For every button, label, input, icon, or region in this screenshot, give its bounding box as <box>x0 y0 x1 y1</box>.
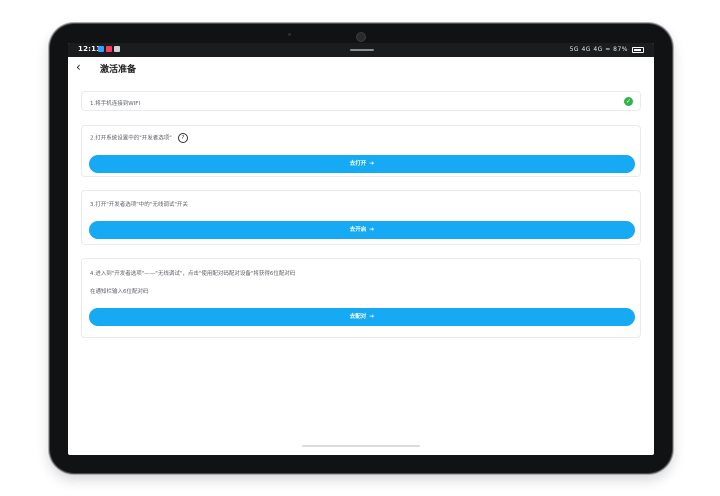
enable-wireless-debugging-button[interactable]: 去开启 ➔ <box>89 221 635 239</box>
screen: 12:13 5G 4G 4G ≈ 87% ‹ 激活准备 1.将手机连接到WIFI… <box>68 43 654 455</box>
notification-app-icon <box>114 46 120 52</box>
step-text: 2.打开系统设置中的"开发者选项"? <box>90 133 188 143</box>
notification-app-icon <box>98 46 104 52</box>
open-developer-options-button[interactable]: 去打开 ➔ <box>89 155 635 173</box>
button-label: 去配对 <box>349 314 367 320</box>
notification-icons <box>98 46 120 52</box>
tablet-frame: 12:13 5G 4G 4G ≈ 87% ‹ 激活准备 1.将手机连接到WIFI… <box>50 24 672 473</box>
arrow-right-icon: ➔ <box>369 160 375 167</box>
status-bar: 12:13 5G 4G 4G ≈ 87% <box>68 43 654 57</box>
arrow-right-icon: ➔ <box>369 226 375 233</box>
status-pill <box>350 49 374 51</box>
step-card-wireless-debugging: 3.打开"开发者选项"中的"无线调试"开关 去开启 ➔ <box>81 190 641 245</box>
check-icon: ✓ <box>624 97 633 106</box>
arrow-right-icon: ➔ <box>369 313 375 320</box>
help-icon[interactable]: ? <box>177 133 188 143</box>
step-text: 1.将手机连接到WIFI <box>90 101 141 107</box>
pair-device-button[interactable]: 去配对 ➔ <box>89 308 635 326</box>
step-text-label: 2.打开系统设置中的"开发者选项" <box>90 135 172 142</box>
battery-icon <box>632 47 644 53</box>
home-indicator[interactable] <box>302 445 420 447</box>
back-icon[interactable]: ‹ <box>76 60 81 74</box>
step-text: 3.打开"开发者选项"中的"无线调试"开关 <box>90 202 188 208</box>
page-title: 激活准备 <box>100 65 137 75</box>
button-label: 去打开 <box>349 161 367 167</box>
step-card-wifi: 1.将手机连接到WIFI ✓ <box>81 91 641 111</box>
step-subtext: 在通知栏输入6位配对码 <box>90 289 149 295</box>
notification-app-icon <box>106 46 112 52</box>
microphone-dot <box>288 33 291 36</box>
button-label: 去开启 <box>349 227 367 233</box>
page-header: ‹ 激活准备 <box>68 57 654 81</box>
signal-status: 5G 4G 4G ≈ 87% <box>569 46 628 53</box>
step-text: 4.进入到"开发者选项"——"无线调试"，点击"使用配对码配对设备"将获得6位配… <box>90 271 296 277</box>
step-card-developer-options: 2.打开系统设置中的"开发者选项"? 去打开 ➔ <box>81 125 641 177</box>
front-camera-icon <box>356 32 366 42</box>
step-card-pairing: 4.进入到"开发者选项"——"无线调试"，点击"使用配对码配对设备"将获得6位配… <box>81 258 641 338</box>
